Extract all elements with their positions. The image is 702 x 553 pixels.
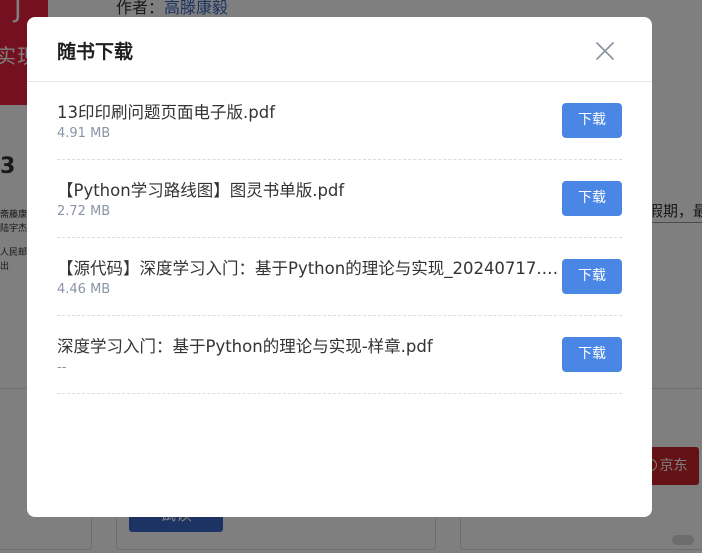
file-name: 【源代码】深度学习入门：基于Python的理论与实现_20240717.zip [57, 259, 559, 278]
close-icon[interactable] [592, 38, 618, 64]
download-button[interactable]: 下载 [562, 103, 622, 138]
file-name: 【Python学习路线图】图灵书单版.pdf [57, 181, 345, 200]
file-size: -- [57, 360, 67, 375]
file-item: 【Python学习路线图】图灵书单版.pdf 2.72 MB 下载 [57, 160, 622, 238]
file-item: 13印印刷问题页面电子版.pdf 4.91 MB 下载 [57, 82, 622, 160]
file-item: 深度学习入门：基于Python的理论与实现-样章.pdf -- 下载 [57, 316, 622, 394]
download-button[interactable]: 下载 [562, 259, 622, 294]
download-button[interactable]: 下载 [562, 337, 622, 372]
file-item: 【源代码】深度学习入门：基于Python的理论与实现_20240717.zip … [57, 238, 622, 316]
file-size: 4.46 MB [57, 282, 111, 297]
dialog-title: 随书下载 [57, 41, 134, 63]
file-size: 4.91 MB [57, 126, 111, 141]
download-button[interactable]: 下载 [562, 181, 622, 216]
dialog-header: 随书下载 [27, 17, 652, 82]
file-list: 13印印刷问题页面电子版.pdf 4.91 MB 下载 【Python学习路线图… [57, 82, 622, 394]
file-name: 13印印刷问题页面电子版.pdf [57, 103, 275, 122]
file-name: 深度学习入门：基于Python的理论与实现-样章.pdf [57, 337, 433, 356]
download-dialog: 随书下载 13印印刷问题页面电子版.pdf 4.91 MB 下载 【Python… [27, 17, 652, 517]
file-size: 2.72 MB [57, 204, 111, 219]
